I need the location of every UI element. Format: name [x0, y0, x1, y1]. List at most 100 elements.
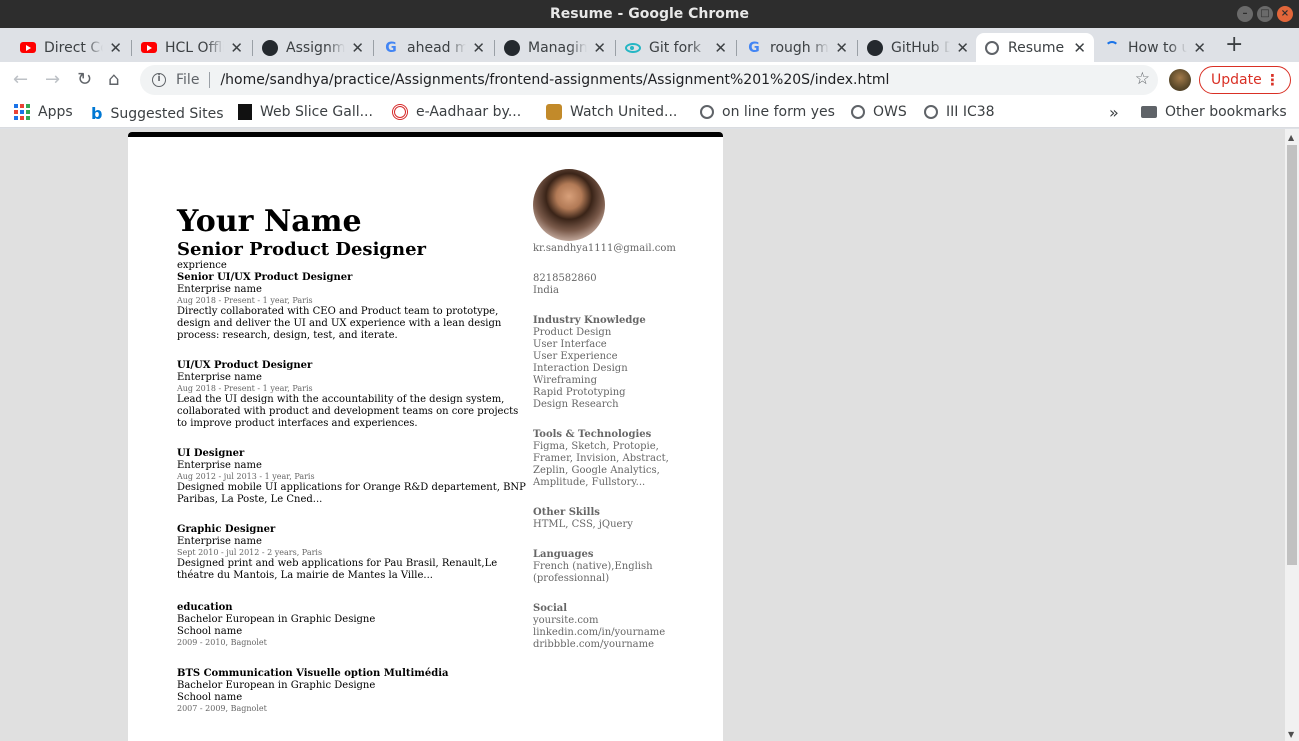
job-company: Enterprise name — [177, 536, 262, 547]
job-description: Directly collaborated with CEO and Produ… — [177, 306, 502, 341]
bookmark-iii-ic38[interactable]: III IC38 — [924, 104, 995, 120]
bookmark-label: e-Aadhaar by... — [416, 104, 522, 120]
new-tab-plus-icon[interactable]: + — [1225, 32, 1243, 57]
google-icon: G — [748, 39, 760, 56]
bookmark-suggested-sites[interactable]: b Suggested Sites — [91, 104, 224, 123]
close-tab-icon[interactable]: ✕ — [1193, 39, 1206, 57]
maximize-button[interactable]: □ — [1257, 6, 1273, 22]
close-tab-icon[interactable]: ✕ — [714, 39, 727, 57]
close-tab-icon[interactable]: ✕ — [230, 39, 243, 57]
bookmark-watch-united[interactable]: Watch United... — [546, 104, 677, 120]
bookmark-label: Watch United... — [570, 104, 678, 120]
close-tab-icon[interactable]: ✕ — [956, 39, 969, 57]
eye-icon — [625, 40, 641, 56]
bookmark-label: Apps — [38, 104, 73, 120]
tab-resume[interactable]: Resume ✕ — [976, 33, 1094, 62]
update-label: Update — [1211, 72, 1262, 88]
education-title: education — [177, 602, 233, 613]
tab-github-desktop[interactable]: GitHub Desktop ✕ — [859, 33, 977, 62]
social-link[interactable]: linkedin.com/in/yourname — [533, 627, 673, 639]
skill-item: French (native),English — [533, 561, 653, 572]
github-icon — [262, 39, 278, 56]
close-tab-icon[interactable]: ✕ — [1073, 39, 1086, 57]
close-tab-icon[interactable]: ✕ — [593, 39, 606, 57]
tab-git-fork[interactable]: Git fork ✕ — [617, 33, 735, 62]
globe-icon — [851, 105, 865, 119]
bookmark-online-form[interactable]: on line form yes — [700, 104, 835, 120]
bookmark-other[interactable]: Other bookmarks — [1141, 104, 1287, 120]
contact-block: kr.sandhya1111@gmail.com 8218582860 Indi… — [533, 243, 676, 297]
job-meta: Aug 2018 - Present - 1 year, Paris — [177, 384, 313, 393]
skills-block-social: Social yoursite.com linkedin.com/in/your… — [533, 603, 673, 651]
tab-separator — [373, 40, 374, 56]
tab-strip: Direct Connect ✕ HCL Offline ✕ Assignmen… — [0, 28, 1299, 62]
tab-label: rough meaning — [770, 39, 829, 56]
tab-how-to-use[interactable]: How to use ✕ — [1096, 33, 1214, 62]
close-tab-icon[interactable]: ✕ — [109, 39, 122, 57]
social-link[interactable]: yoursite.com — [533, 615, 673, 627]
tab-assignments[interactable]: Assignments ✕ — [254, 33, 372, 62]
bookmark-apps[interactable]: Apps — [14, 104, 73, 120]
vertical-scrollbar[interactable]: ▲ ▼ — [1285, 129, 1299, 741]
minimize-button[interactable]: – — [1237, 6, 1253, 22]
back-arrow-icon[interactable]: ← — [13, 69, 28, 90]
skills-block-industry: Industry Knowledge Product Design User I… — [533, 315, 673, 411]
close-tab-icon[interactable]: ✕ — [835, 39, 848, 57]
job-meta: Aug 2012 - jul 2013 - 1 year, Paris — [177, 472, 315, 481]
tab-direct-connect[interactable]: Direct Connect ✕ — [12, 33, 130, 62]
update-button[interactable]: Update ⋮ — [1199, 66, 1291, 94]
close-tab-icon[interactable]: ✕ — [472, 39, 485, 57]
skill-item: Figma, Sketch, Protopie, — [533, 441, 659, 452]
info-icon[interactable]: i — [152, 73, 166, 87]
tab-ahead-meaning[interactable]: G ahead meaning ✕ — [375, 33, 493, 62]
close-window-button[interactable]: × — [1277, 6, 1293, 22]
bookmark-web-slice[interactable]: Web Slice Gall... — [238, 104, 373, 120]
tab-managing[interactable]: Managing ✕ — [496, 33, 614, 62]
contact-country: India — [533, 285, 559, 296]
reload-icon[interactable]: ↻ — [77, 69, 92, 90]
bookmark-ows[interactable]: OWS — [851, 104, 907, 120]
education-school: School name — [177, 626, 243, 637]
job-description: Designed print and web applications for … — [177, 558, 498, 581]
window-title: Resume - Google Chrome — [550, 6, 749, 22]
resume-card: Your Name Senior Product Designer exprie… — [128, 132, 723, 741]
forward-arrow-icon[interactable]: → — [45, 69, 60, 90]
job-entry: Senior UI/UX Product Designer Enterprise… — [177, 272, 527, 342]
resume-sidebar: kr.sandhya1111@gmail.com 8218582860 Indi… — [533, 169, 676, 669]
education-degree: Bachelor European in Graphic Designe — [177, 614, 376, 625]
scroll-down-arrow-icon[interactable]: ▼ — [1288, 730, 1294, 739]
folder-icon — [1141, 106, 1157, 118]
skill-item: Framer, Invision, Abstract, — [533, 453, 669, 464]
url-text[interactable]: /home/sandhya/practice/Assignments/front… — [220, 72, 889, 88]
bookmark-star-icon[interactable]: ☆ — [1135, 69, 1150, 89]
resume-role: Senior Product Designer — [177, 239, 427, 260]
tab-separator — [615, 40, 616, 56]
aadhaar-icon — [392, 104, 408, 120]
tab-rough-meaning[interactable]: G rough meaning ✕ — [738, 33, 856, 62]
tab-separator — [252, 40, 253, 56]
bookmark-label: Suggested Sites — [110, 105, 224, 122]
skills-heading: Other Skills — [533, 507, 600, 518]
scrollbar-thumb[interactable] — [1287, 145, 1297, 565]
youtube-icon — [141, 40, 157, 56]
bookmark-e-aadhaar[interactable]: e-Aadhaar by... — [392, 104, 521, 120]
home-icon[interactable]: ⌂ — [108, 69, 119, 90]
skills-heading: Social — [533, 603, 568, 614]
kebab-menu-icon[interactable]: ⋮ — [1265, 71, 1280, 89]
job-company: Enterprise name — [177, 460, 262, 471]
close-tab-icon[interactable]: ✕ — [351, 39, 364, 57]
education-entry: BTS Communication Visuelle option Multim… — [177, 668, 527, 714]
scroll-up-arrow-icon[interactable]: ▲ — [1288, 133, 1294, 142]
tab-hcl-offline[interactable]: HCL Offline ✕ — [133, 33, 251, 62]
profile-avatar[interactable] — [1169, 69, 1191, 91]
skill-item: Zeplin, Google Analytics, — [533, 465, 660, 476]
social-link[interactable]: dribbble.com/yourname — [533, 639, 673, 651]
skill-item: User Experience — [533, 351, 618, 362]
skills-heading: Industry Knowledge — [533, 315, 646, 326]
skills-block-languages: Languages French (native),English (profe… — [533, 549, 673, 585]
window-controls: – □ × — [1237, 6, 1293, 22]
resume-main-column: Your Name Senior Product Designer exprie… — [177, 205, 527, 734]
more-bookmarks-chevron-icon[interactable]: » — [1109, 103, 1119, 122]
address-bar[interactable]: i File /home/sandhya/practice/Assignment… — [140, 65, 1158, 95]
skill-item: Rapid Prototyping — [533, 387, 626, 398]
